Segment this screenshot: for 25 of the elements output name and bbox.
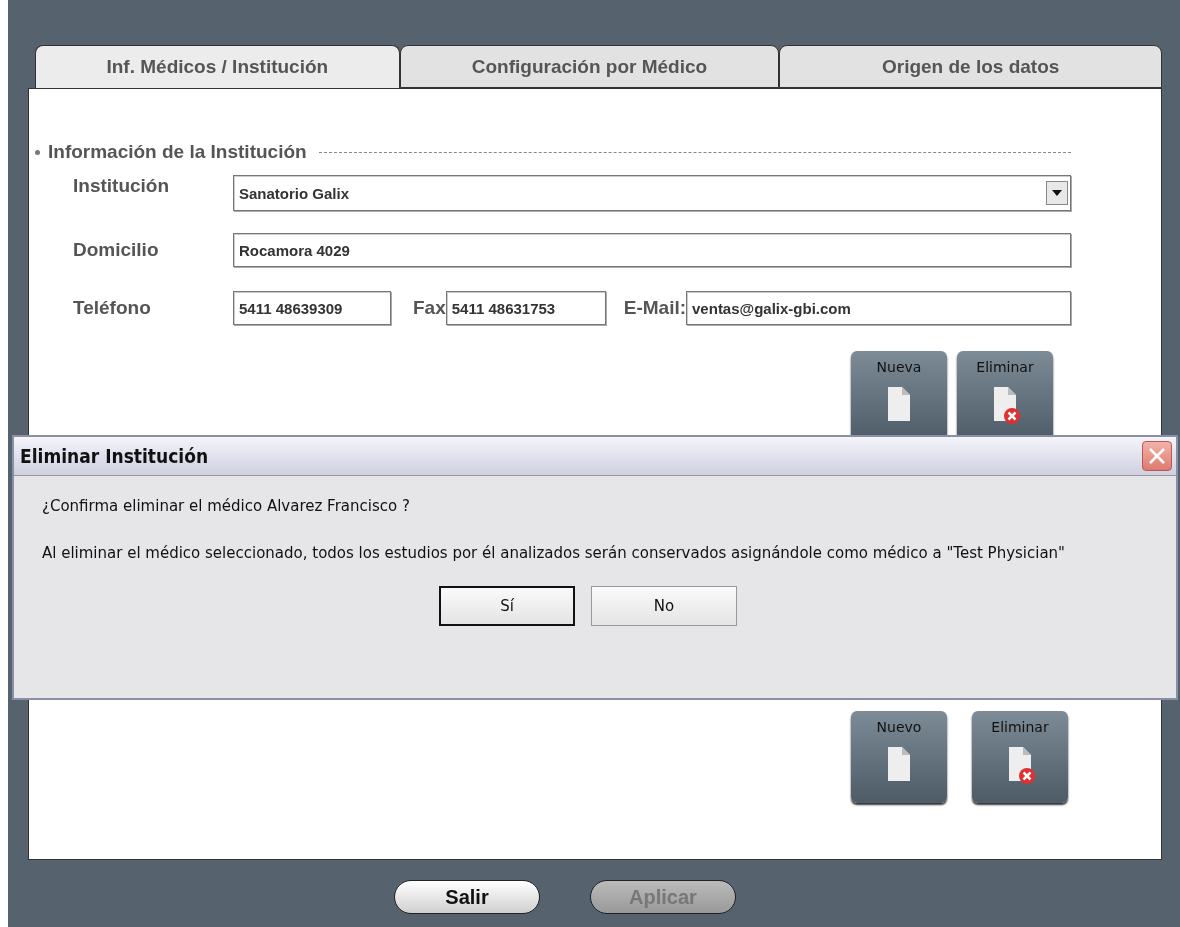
field-label: E-Mail: (623, 297, 687, 319)
yes-button[interactable]: Sí (439, 586, 575, 626)
close-button[interactable] (1142, 441, 1172, 471)
exit-button[interactable]: Salir (394, 880, 540, 914)
email-field[interactable]: ventas@galix-gbi.com (686, 291, 1071, 325)
field-label: Domicilio (73, 239, 160, 261)
tab[interactable]: Origen de los datos (779, 45, 1162, 88)
dialog-title: Eliminar Institución (20, 445, 209, 467)
address-field[interactable]: Rocamora 4029 (233, 233, 1071, 267)
bullet-icon (35, 149, 40, 155)
new-button[interactable]: Nuevo (851, 711, 947, 803)
tab[interactable]: Inf. Médicos / Institución (35, 45, 400, 88)
field-label: Fax (413, 297, 446, 319)
delete-button[interactable]: Eliminar (972, 711, 1068, 803)
field-label: Institución (73, 175, 171, 197)
field-label: Teléfono (73, 297, 152, 319)
tab[interactable]: Configuración por Médico (399, 45, 780, 88)
fax-field[interactable]: 5411 48631753 (445, 291, 606, 325)
close-icon (1148, 447, 1166, 465)
dialog-detail: Al eliminar el médico seleccionado, todos los estudios por él analizados serán conservados asignándole como médico a "Test Physician" (42, 543, 1067, 564)
phone-field[interactable]: 5411 48639309 (233, 291, 391, 325)
dialog-message: ¿Confirma eliminar el médico Alvarez Francisco ? (42, 496, 411, 517)
no-button[interactable]: No (591, 586, 737, 626)
section-title: Información de la Institución (48, 141, 307, 163)
institution-select[interactable]: Sanatorio Galix (233, 175, 1071, 211)
